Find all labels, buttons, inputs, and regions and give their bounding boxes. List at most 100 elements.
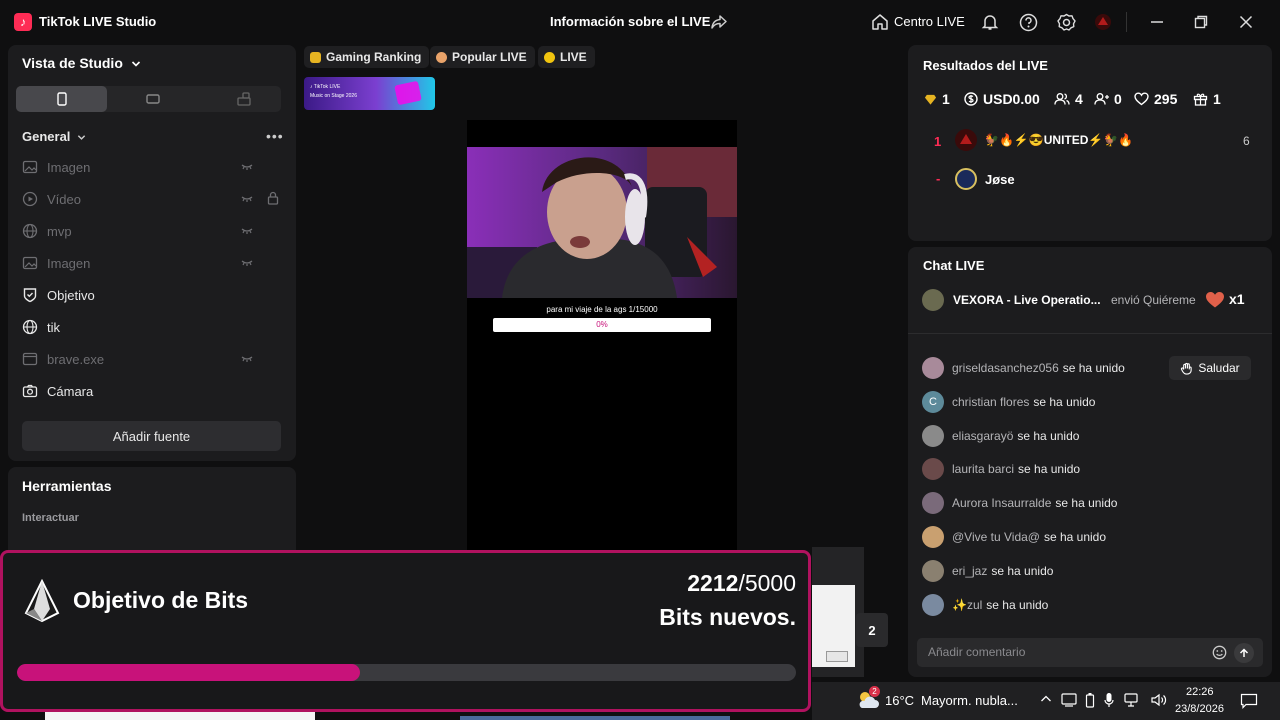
share-icon[interactable] [709, 12, 729, 32]
viewers-stat: 4 [1054, 91, 1083, 107]
count-chip[interactable]: 2 [856, 613, 888, 647]
clock-time[interactable]: 22:26 [1186, 686, 1214, 698]
source-item[interactable]: Cámara [22, 379, 282, 403]
volume-icon[interactable] [1151, 693, 1167, 707]
ranking-icon [310, 51, 321, 63]
chat-message[interactable]: Cchristian flores se ha unido [922, 391, 1095, 413]
tray-app-icon[interactable] [1061, 693, 1077, 707]
source-item[interactable]: Objetivo [22, 283, 282, 307]
settings-icon[interactable] [1056, 12, 1076, 32]
chat-username[interactable]: @Vive tu Vida@ [952, 530, 1040, 544]
scene-general-dropdown[interactable]: General [22, 129, 86, 144]
help-icon[interactable] [1018, 12, 1038, 32]
home-icon[interactable] [870, 12, 890, 32]
microphone-icon[interactable] [1104, 692, 1114, 708]
chat-username[interactable]: griseldasanchez056 [952, 361, 1059, 375]
clock-date[interactable]: 23/8/2026 [1175, 703, 1224, 715]
chat-join-text: se ha unido [1043, 530, 1107, 544]
restore-icon[interactable] [1191, 12, 1211, 32]
gift-count: x1 [1229, 291, 1245, 307]
chat-message[interactable]: griseldasanchez056 se ha unido [922, 357, 1125, 379]
avatar[interactable] [922, 560, 944, 582]
goal-widget-percent: 0% [596, 320, 608, 329]
gift-user-avatar[interactable] [922, 289, 944, 311]
chat-username[interactable]: christian flores [952, 395, 1029, 409]
temperature[interactable]: 16°C [885, 693, 914, 708]
avatar[interactable] [922, 526, 944, 548]
windows-taskbar: 2 16°C Mayorm. nubla... 22:26 23/8/2026 [812, 682, 1280, 720]
source-item[interactable]: Imagen [22, 251, 282, 275]
source-item[interactable]: mvp [22, 219, 282, 243]
chat-message[interactable]: laurita barci se ha unido [922, 458, 1080, 480]
portrait-layout-button[interactable] [16, 86, 107, 112]
bits-goal-title: Objetivo de Bits [73, 587, 249, 613]
music-on-stage-banner[interactable]: ♪ TikTok LIVE Music on Stage 2026 [304, 77, 435, 110]
minimize-icon[interactable] [1147, 12, 1167, 32]
avatar[interactable]: C [922, 391, 944, 413]
avatar[interactable] [922, 357, 944, 379]
source-item[interactable]: Vídeo [22, 187, 282, 211]
add-source-button[interactable]: Añadir fuente [22, 421, 281, 451]
gift-icon [1193, 93, 1208, 106]
ranker-avatar[interactable] [955, 129, 977, 151]
taskbar-item[interactable] [45, 712, 315, 720]
source-label: Imagen [47, 255, 91, 271]
comment-input[interactable]: Añadir comentario [917, 638, 1263, 667]
taskbar-app-strip[interactable] [460, 716, 730, 720]
close-icon[interactable] [1236, 12, 1256, 32]
rank-number: 1 [934, 134, 942, 149]
greet-button[interactable]: Saludar [1169, 356, 1251, 380]
gift-user-name[interactable]: VEXORA - Live Operatio... [953, 293, 1101, 307]
weather-text[interactable]: Mayorm. nubla... [921, 693, 1018, 708]
more-options-icon[interactable]: ••• [266, 128, 284, 144]
avatar[interactable] [1093, 12, 1113, 32]
popup-button[interactable] [826, 651, 848, 662]
chat-message[interactable]: @Vive tu Vida@ se ha unido [922, 526, 1106, 548]
chat-username[interactable]: eliasgarayö [952, 429, 1013, 443]
live-tag[interactable]: LIVE [538, 46, 595, 68]
landscape-layout-button[interactable] [107, 86, 198, 112]
dual-layout-button[interactable] [198, 86, 289, 112]
ranker-avatar[interactable] [955, 168, 977, 190]
chat-join-text: se ha unido [1055, 496, 1118, 510]
weather-icon[interactable]: 2 [856, 686, 880, 712]
avatar[interactable] [922, 492, 944, 514]
avatar[interactable] [922, 458, 944, 480]
source-item[interactable]: tik [22, 315, 282, 339]
gifts-stat: 1 [1193, 91, 1221, 107]
live-info-title[interactable]: Información sobre el LIVE [550, 14, 710, 29]
battery-icon[interactable] [1085, 692, 1095, 708]
chat-username[interactable]: laurita barci [952, 462, 1014, 476]
source-label: brave.exe [47, 351, 105, 367]
gaming-ranking-tag[interactable]: Gaming Ranking [304, 46, 430, 68]
chat-message[interactable]: eliasgarayö se ha unido [922, 425, 1079, 447]
chat-message[interactable]: ✨zul se ha unido [922, 594, 1048, 616]
window-icon [22, 352, 38, 366]
earnings-stat: USD0.00 [964, 91, 1040, 107]
chat-username[interactable]: ✨zul [952, 598, 982, 612]
centro-live-link[interactable]: Centro LIVE [894, 14, 965, 29]
dual-screen-icon [236, 92, 251, 106]
ranker-name[interactable]: Jøse [985, 172, 1015, 187]
dollar-icon [964, 92, 978, 106]
bits-goal-overlay[interactable]: Objetivo de Bits 2212/5000 Bits nuevos. [0, 550, 811, 712]
notification-icon[interactable] [1240, 693, 1258, 709]
source-item[interactable]: brave.exe [22, 347, 282, 371]
avatar[interactable] [922, 425, 944, 447]
studio-view-dropdown[interactable]: Vista de Studio [22, 55, 141, 71]
avatar[interactable] [922, 594, 944, 616]
goal-widget-text: para mi viaje de la ags 1/15000 [546, 305, 658, 314]
chat-message[interactable]: Aurora Insaurralde se ha unido [922, 492, 1117, 514]
chat-message[interactable]: eri_jaz se ha unido [922, 560, 1053, 582]
chat-username[interactable]: Aurora Insaurralde [952, 496, 1051, 510]
ranker-name[interactable]: 🐓🔥⚡😎UNITED⚡🐓🔥 [984, 133, 1133, 147]
bell-icon[interactable] [980, 12, 1000, 32]
network-icon[interactable] [1123, 693, 1139, 707]
chat-title: Chat LIVE [923, 258, 985, 273]
heart-gift-icon [1205, 291, 1225, 309]
source-item[interactable]: Imagen [22, 155, 282, 179]
chat-username[interactable]: eri_jaz [952, 564, 987, 578]
chevron-up-icon[interactable] [1040, 693, 1052, 705]
send-button[interactable] [1234, 643, 1254, 663]
popular-live-tag[interactable]: Popular LIVE [430, 46, 535, 68]
